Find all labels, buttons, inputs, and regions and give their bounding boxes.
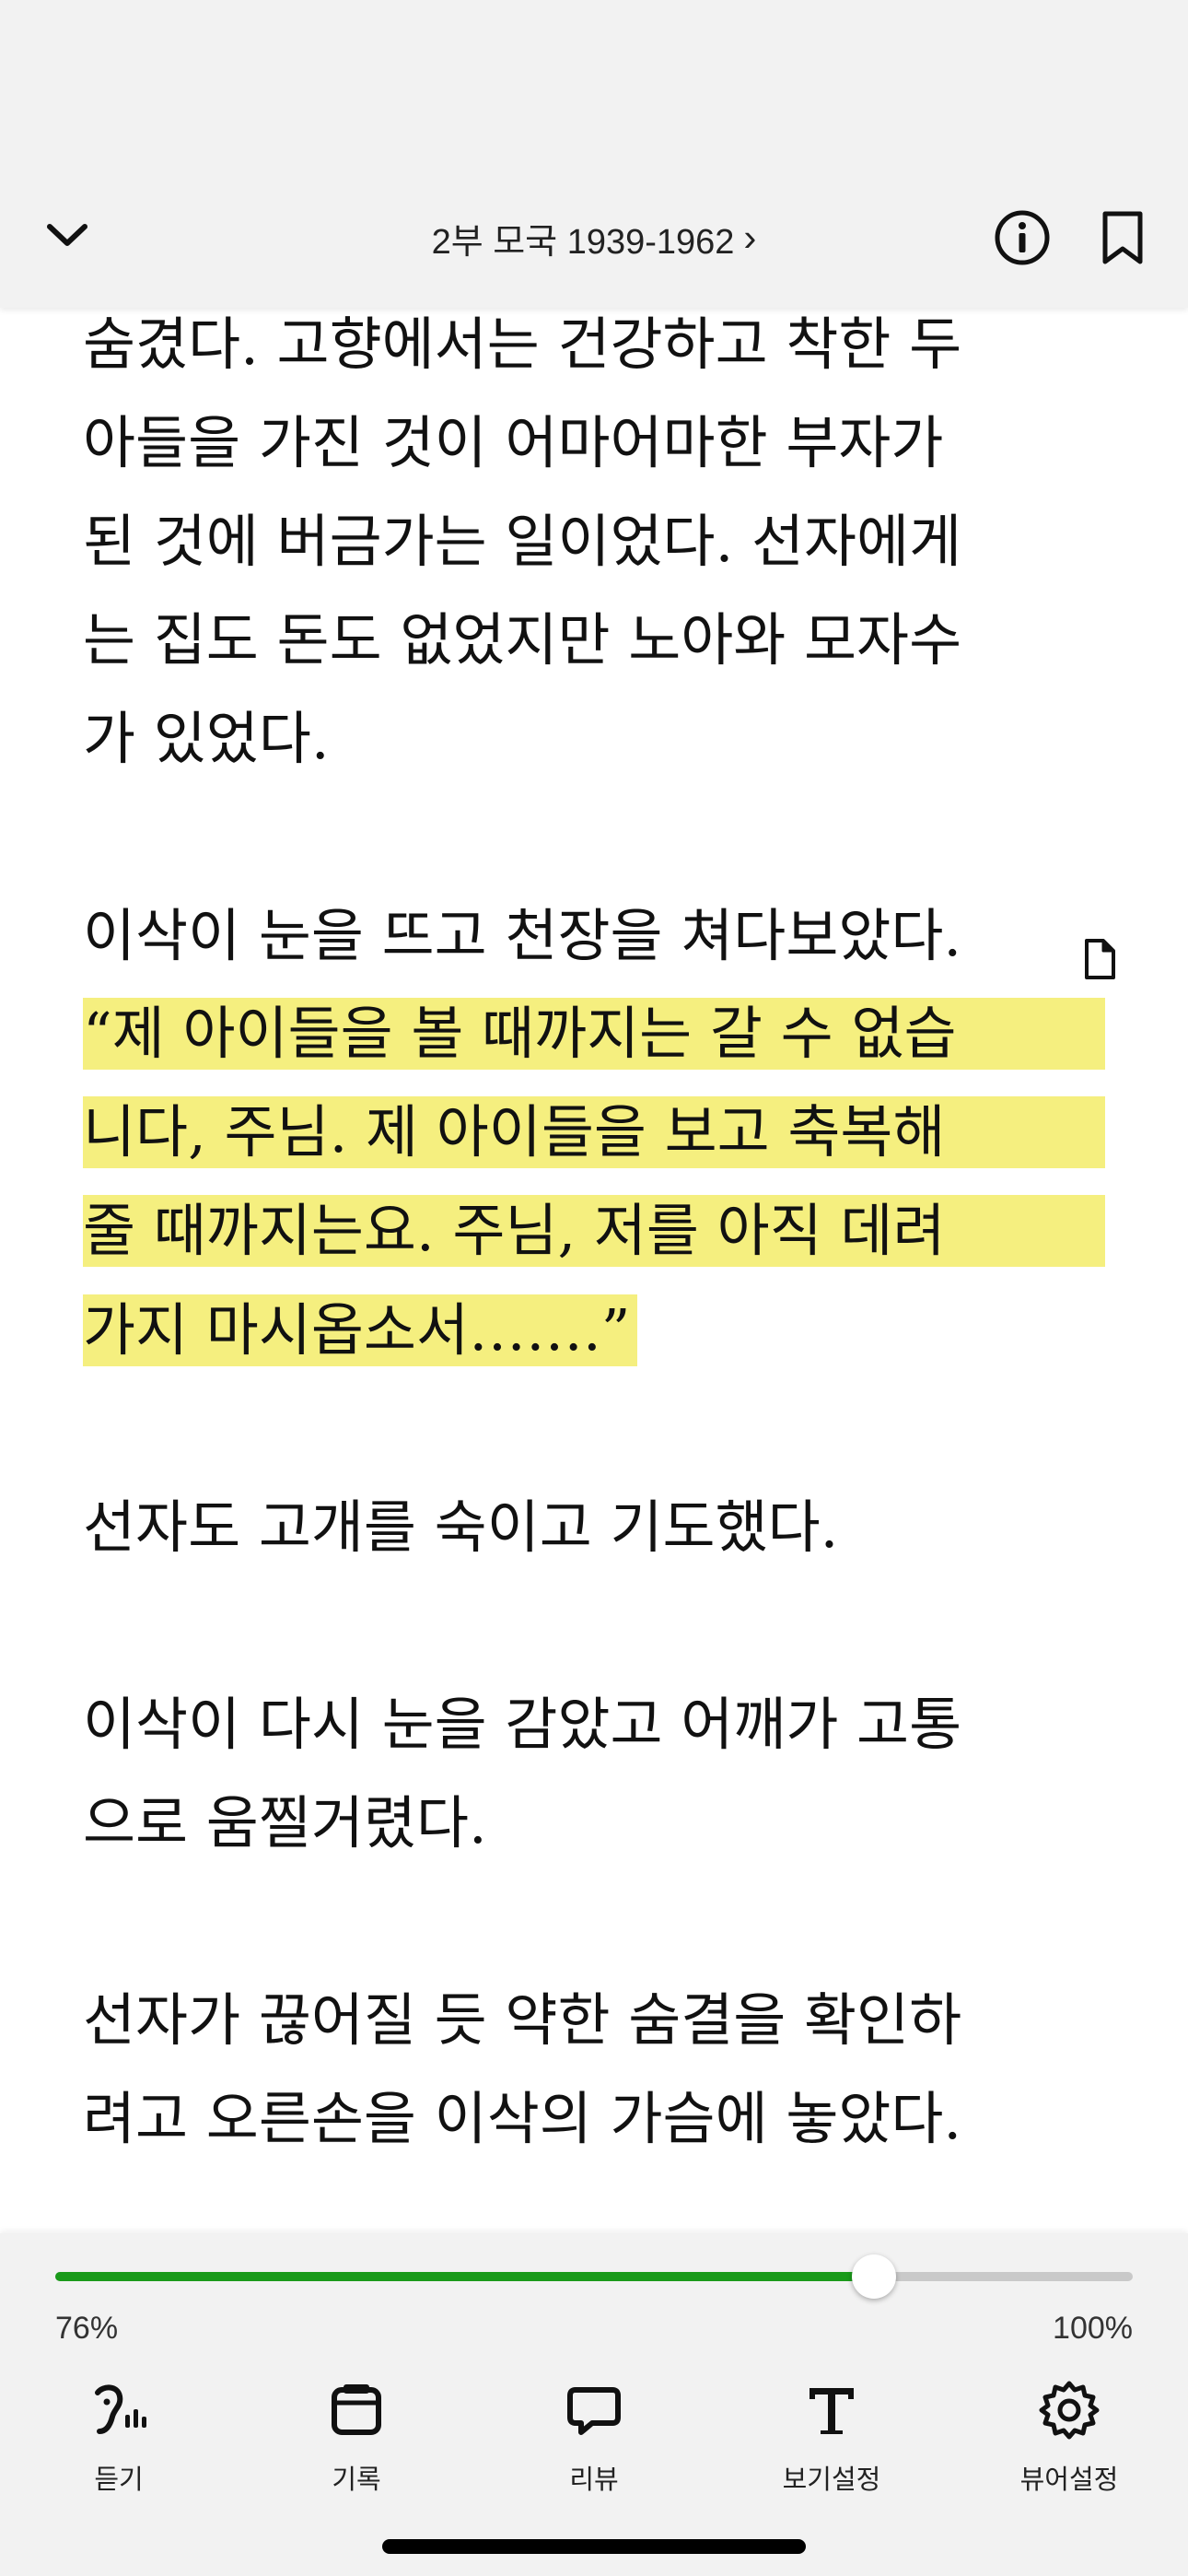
home-indicator[interactable] bbox=[382, 2539, 806, 2554]
highlight-line-wrapper: 줄 때까지는요. 주님, 저를 아직 데려 bbox=[83, 1182, 1105, 1281]
chapter-title-button[interactable]: 2부 모국 1939-1962 › bbox=[276, 210, 912, 265]
review-label: 리뷰 bbox=[569, 2465, 619, 2495]
top-bar: 2부 모국 1939-1962 › bbox=[0, 0, 1188, 308]
highlighted-text[interactable]: “제 아이들을 볼 때까지는 갈 수 없습 bbox=[83, 998, 1105, 1070]
collapse-button[interactable] bbox=[37, 205, 98, 265]
text-line: 된 것에 버금가는 일이었다. 선자에게 bbox=[83, 508, 962, 575]
listen-label: 듣기 bbox=[94, 2465, 144, 2495]
highlight-line-wrapper: 니다, 주님. 제 아이들을 보고 축복해 bbox=[83, 1083, 1105, 1182]
bookmark-button[interactable] bbox=[1089, 205, 1156, 271]
text-settings-button[interactable]: 보기설정 bbox=[713, 2373, 950, 2512]
text-line: 려고 오른손을 이삭의 가슴에 놓았다. bbox=[83, 2085, 962, 2152]
info-button[interactable] bbox=[989, 205, 1055, 271]
chevron-right-icon: › bbox=[743, 216, 757, 259]
text-line: 이삭이 눈을 뜨고 천장을 쳐다보았다. bbox=[83, 902, 962, 969]
bottom-toolbar: 듣기 기록 리뷰 보기설정 뷰어설정 bbox=[0, 2373, 1188, 2512]
text-line: 가 있었다. bbox=[83, 705, 330, 772]
record-button[interactable]: 기록 bbox=[238, 2373, 475, 2512]
text-line: 아들을 가진 것이 어마어마한 부자가 bbox=[83, 409, 944, 476]
review-button[interactable]: 리뷰 bbox=[475, 2373, 713, 2512]
progress-handle[interactable] bbox=[852, 2254, 897, 2299]
progress-slider[interactable] bbox=[55, 2254, 1133, 2299]
text-line: 선자도 고개를 숙이고 기도했다. bbox=[83, 1493, 839, 1561]
highlighted-text[interactable]: 니다, 주님. 제 아이들을 보고 축복해 bbox=[83, 1096, 1105, 1168]
book-text[interactable]: 숨겼다. 고향에서는 건강하고 착한 두 아들을 가진 것이 어마어마한 부자가… bbox=[83, 295, 1105, 2168]
text-line: 선자가 끊어질 듯 약한 숨결을 확인하 bbox=[83, 1986, 962, 2054]
viewer-settings-label: 뷰어설정 bbox=[1019, 2465, 1119, 2495]
text-line: 숨겼다. 고향에서는 건강하고 착한 두 bbox=[83, 310, 962, 378]
highlight-line-wrapper: 가지 마시옵소서…….” bbox=[83, 1281, 1105, 1379]
bottom-panel: 76% 100% 듣기 기록 리뷰 보기설정 뷰어설정 bbox=[0, 2233, 1188, 2576]
highlight-line-wrapper: “제 아이들을 볼 때까지는 갈 수 없습 bbox=[83, 985, 1105, 1083]
progress-fill bbox=[55, 2272, 875, 2281]
viewer-settings-button[interactable]: 뷰어설정 bbox=[950, 2373, 1188, 2512]
progress-current-label: 76% bbox=[55, 2311, 119, 2346]
record-label: 기록 bbox=[332, 2465, 381, 2495]
text-settings-label: 보기설정 bbox=[782, 2465, 881, 2495]
review-icon bbox=[567, 2387, 621, 2435]
record-icon bbox=[332, 2384, 381, 2435]
info-icon bbox=[995, 210, 1050, 265]
chevron-down-icon bbox=[47, 224, 87, 246]
text-settings-icon bbox=[809, 2388, 854, 2434]
text-line: 는 집도 돈도 없었지만 노아와 모자수 bbox=[83, 606, 962, 673]
memo-icon[interactable] bbox=[1083, 938, 1116, 980]
listen-icon bbox=[95, 2384, 146, 2434]
chapter-title: 2부 모국 1939-1962 bbox=[431, 222, 735, 262]
listen-button[interactable]: 듣기 bbox=[0, 2373, 238, 2512]
text-line: 으로 움찔거렸다. bbox=[83, 1789, 487, 1856]
highlighted-text[interactable]: 줄 때까지는요. 주님, 저를 아직 데려 bbox=[83, 1195, 1105, 1267]
bookmark-icon bbox=[1102, 211, 1143, 264]
progress-end-label: 100% bbox=[1053, 2311, 1133, 2346]
gear-icon bbox=[1039, 2381, 1100, 2440]
text-line: 이삭이 다시 눈을 감았고 어깨가 고통 bbox=[83, 1691, 962, 1758]
highlighted-text[interactable]: 가지 마시옵소서…….” bbox=[83, 1294, 638, 1366]
